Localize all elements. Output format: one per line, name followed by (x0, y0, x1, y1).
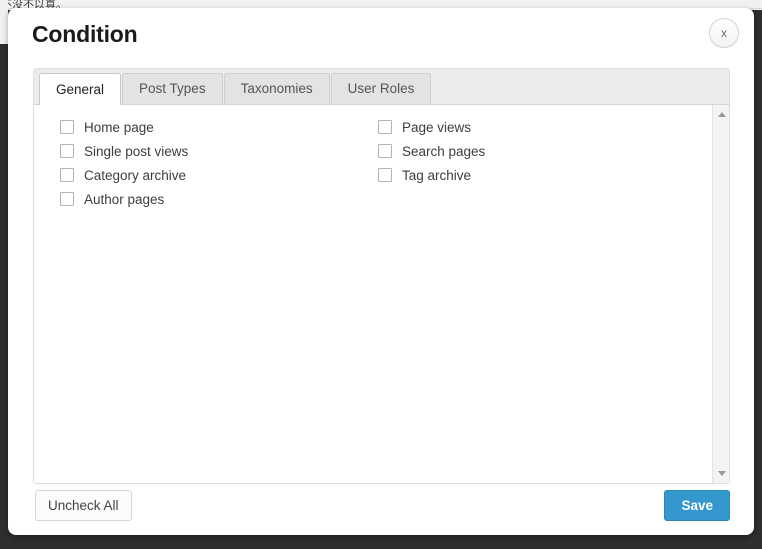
background-page-left-edge (0, 0, 8, 44)
checkbox-home-page[interactable] (60, 120, 74, 134)
checkbox-single-post-views-label[interactable]: Single post views (84, 144, 188, 159)
tabs-widget: General Post Types Taxonomies User Roles… (33, 68, 730, 484)
checkbox-tag-archive-label[interactable]: Tag archive (402, 168, 471, 183)
checkbox-row[interactable]: Single post views (60, 139, 354, 163)
condition-modal: Condition x General Post Types Taxonomie… (8, 8, 754, 535)
tab-user-roles-label: User Roles (347, 81, 415, 96)
save-button[interactable]: Save (664, 490, 730, 521)
tab-general[interactable]: General (39, 73, 122, 105)
checkbox-author-pages[interactable] (60, 192, 74, 206)
tab-user-roles[interactable]: User Roles (330, 73, 432, 104)
tab-general-label: General (56, 82, 105, 97)
tab-post-types-label: Post Types (139, 81, 206, 96)
checkbox-page-views-label[interactable]: Page views (402, 120, 471, 135)
checkbox-category-archive-label[interactable]: Category archive (84, 168, 186, 183)
tab-taxonomies[interactable]: Taxonomies (223, 73, 330, 104)
condition-checkbox-grid: Home page Single post views Category arc… (34, 115, 711, 211)
scrollbar-up-button[interactable] (713, 106, 729, 123)
checkbox-single-post-views[interactable] (60, 144, 74, 158)
checkbox-row[interactable]: Author pages (60, 187, 354, 211)
tab-taxonomies-label: Taxonomies (240, 81, 313, 96)
page-title: Condition (32, 21, 138, 47)
close-x-icon: x (721, 26, 727, 40)
triangle-down-icon (717, 471, 726, 476)
checkbox-page-views[interactable] (378, 120, 392, 134)
tab-panel-general: Home page Single post views Category arc… (34, 105, 729, 483)
content-scrollbar[interactable] (712, 105, 729, 483)
uncheck-all-button[interactable]: Uncheck All (35, 490, 132, 521)
checkbox-row[interactable]: Category archive (60, 163, 354, 187)
checkbox-column-right: Page views Search pages Tag archive (354, 115, 674, 211)
checkbox-home-page-label[interactable]: Home page (84, 120, 154, 135)
tab-bar: General Post Types Taxonomies User Roles (34, 69, 729, 105)
checkbox-row[interactable]: Home page (60, 115, 354, 139)
triangle-up-icon (717, 112, 726, 117)
scrollbar-track[interactable] (713, 123, 729, 465)
checkbox-search-pages-label[interactable]: Search pages (402, 144, 485, 159)
checkbox-search-pages[interactable] (378, 144, 392, 158)
modal-footer: Uncheck All Save (33, 490, 730, 522)
tab-post-types[interactable]: Post Types (122, 73, 223, 104)
checkbox-category-archive[interactable] (60, 168, 74, 182)
scrollbar-down-button[interactable] (713, 465, 729, 482)
checkbox-author-pages-label[interactable]: Author pages (84, 192, 164, 207)
close-button[interactable]: x (709, 18, 739, 48)
checkbox-tag-archive[interactable] (378, 168, 392, 182)
checkbox-row[interactable]: Search pages (378, 139, 674, 163)
checkbox-row[interactable]: Tag archive (378, 163, 674, 187)
checkbox-column-left: Home page Single post views Category arc… (34, 115, 354, 211)
checkbox-row[interactable]: Page views (378, 115, 674, 139)
